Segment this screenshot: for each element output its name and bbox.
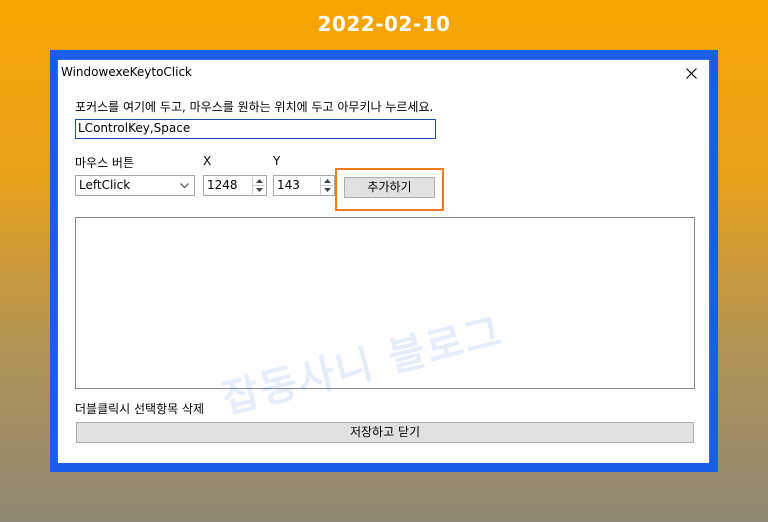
x-value: 1248 <box>207 178 238 192</box>
mouse-button-selected: LeftClick <box>79 178 131 192</box>
close-icon <box>685 67 697 79</box>
x-label: X <box>203 154 212 168</box>
instruction-label: 포커스를 여기에 두고, 마우스를 원하는 위치에 두고 아무키나 누르세요. <box>75 100 434 114</box>
mouse-button-select[interactable]: LeftClick <box>75 175 195 196</box>
delete-hint-label: 더블클릭시 선택항목 삭제 <box>75 402 205 416</box>
spin-up-icon[interactable] <box>253 177 265 185</box>
title-bar[interactable]: WindowexeKeytoClick <box>58 60 709 86</box>
y-field[interactable]: 143 <box>273 175 335 196</box>
save-close-button[interactable]: 저장하고 닫기 <box>76 422 694 443</box>
y-value: 143 <box>277 178 300 192</box>
date-caption: 2022-02-10 <box>317 12 451 36</box>
app-window: WindowexeKeytoClick 포커스를 여기에 두고, 마우스를 원하… <box>57 59 710 463</box>
entries-listbox[interactable] <box>75 217 695 389</box>
spin-down-icon[interactable] <box>321 185 333 194</box>
key-input[interactable]: LControlKey,Space <box>75 119 436 139</box>
chevron-down-icon <box>180 183 189 189</box>
close-button[interactable] <box>673 60 709 86</box>
x-spinner[interactable] <box>252 177 265 194</box>
window-title: WindowexeKeytoClick <box>61 65 192 79</box>
add-button[interactable]: 추가하기 <box>344 177 435 198</box>
y-spinner[interactable] <box>320 177 333 194</box>
y-label: Y <box>273 154 281 168</box>
mouse-button-label: 마우스 버튼 <box>75 156 135 170</box>
spin-up-icon[interactable] <box>321 177 333 185</box>
x-field[interactable]: 1248 <box>203 175 267 196</box>
window-content: 포커스를 여기에 두고, 마우스를 원하는 위치에 두고 아무키나 누르세요. … <box>58 86 709 463</box>
key-input-value: LControlKey,Space <box>78 121 191 135</box>
spin-down-icon[interactable] <box>253 185 265 194</box>
